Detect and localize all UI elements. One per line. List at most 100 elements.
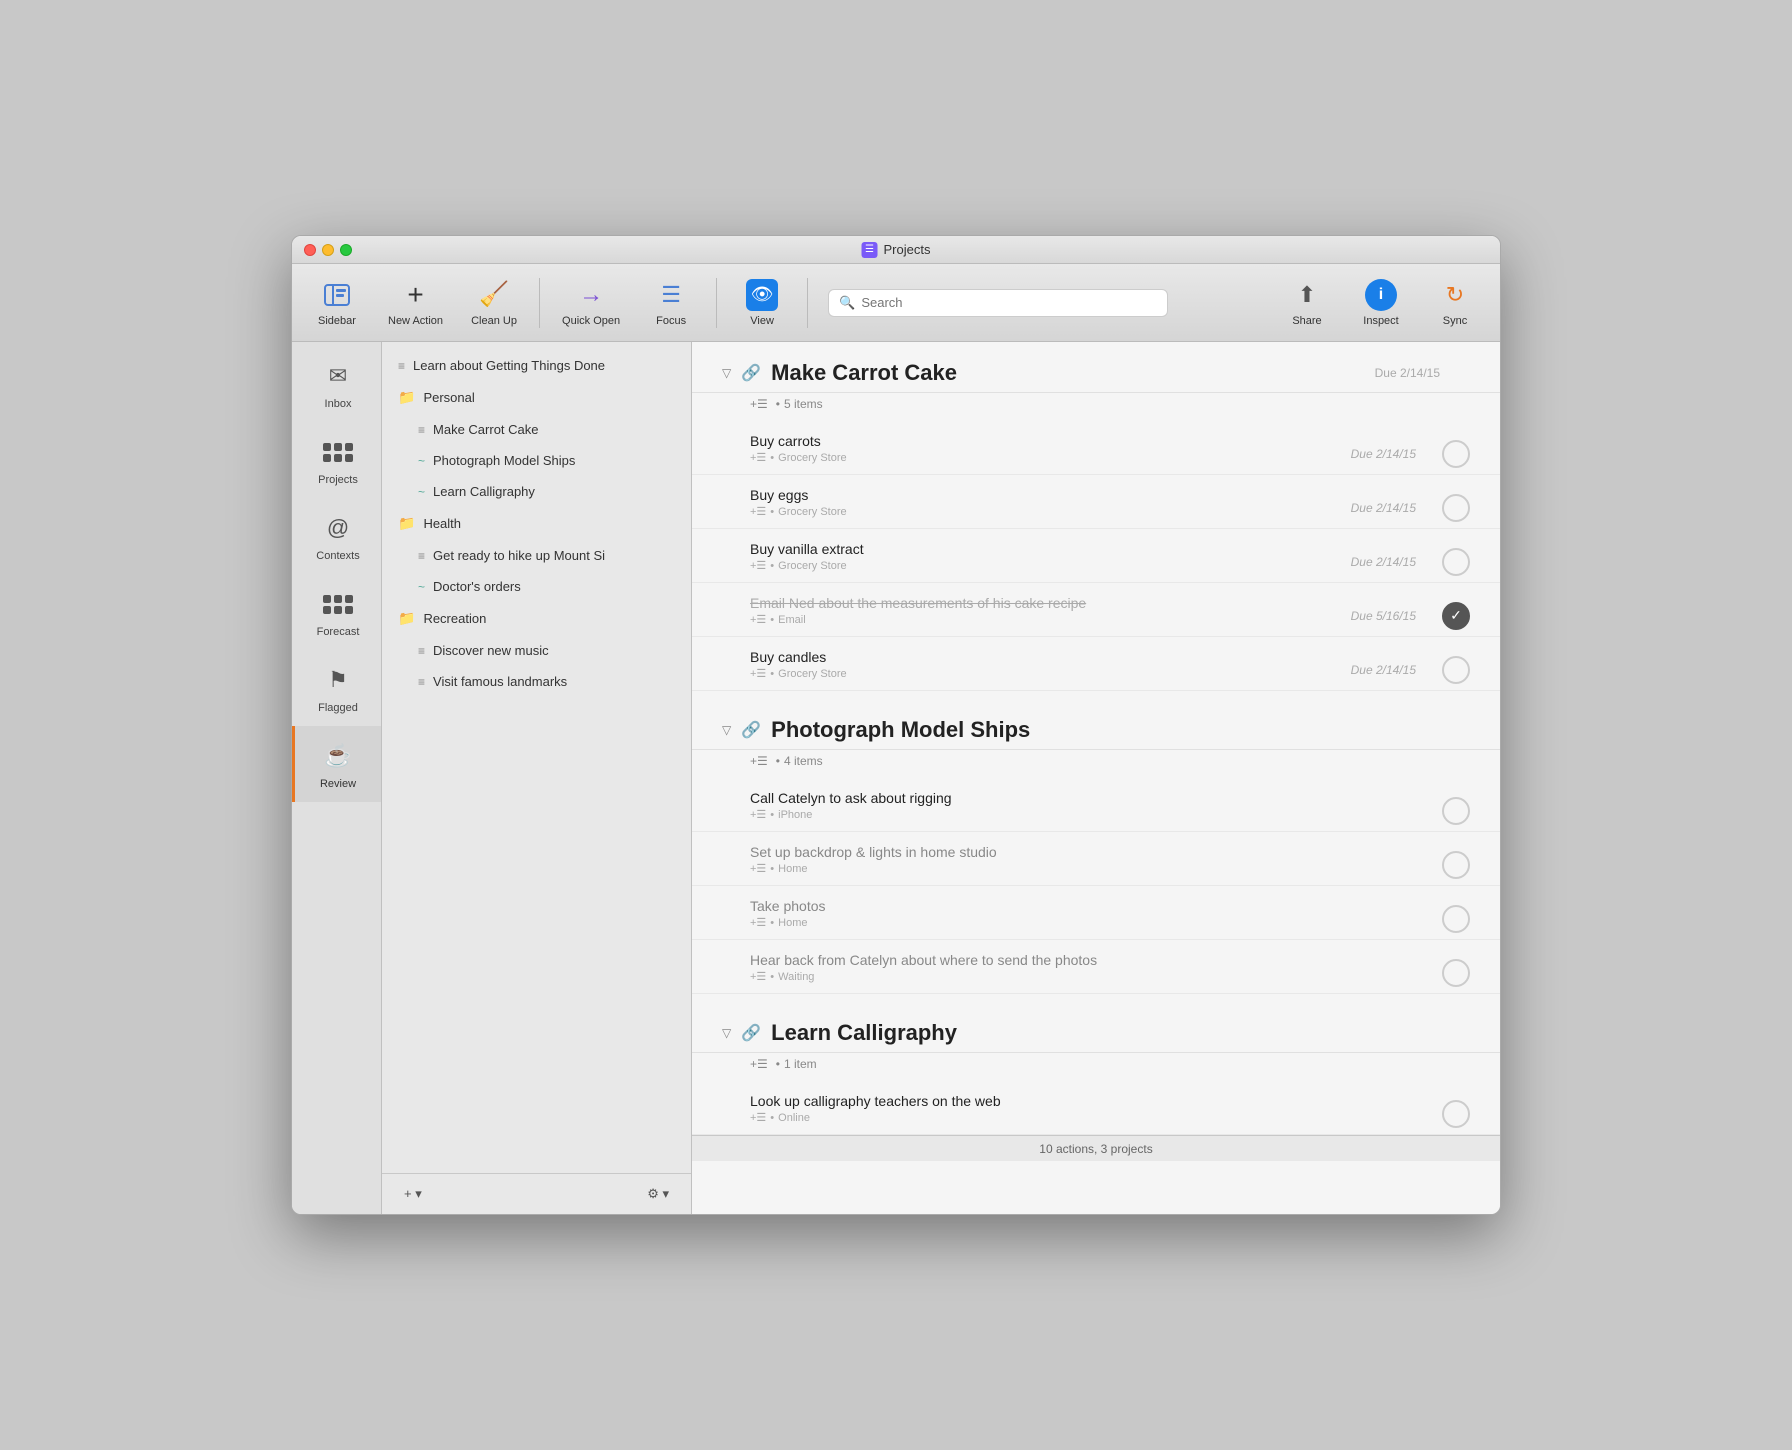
clean-up-icon: 🧹: [478, 279, 510, 311]
item-count: 1 item: [784, 1057, 817, 1071]
task-title: Hear back from Catelyn about where to se…: [750, 952, 1432, 968]
project-make-carrot-cake[interactable]: ≡ Make Carrot Cake: [382, 414, 691, 445]
sidebar-item-projects[interactable]: Projects: [292, 422, 381, 498]
item-count: 5 items: [784, 397, 823, 411]
task-checkbox[interactable]: [1442, 548, 1470, 576]
add-project-button[interactable]: + ▾: [398, 1184, 428, 1204]
view-button[interactable]: 👁 View: [727, 271, 797, 335]
task-content: Set up backdrop & lights in home studio …: [750, 844, 1432, 885]
project-icon: ≡: [418, 675, 425, 689]
task-context: Grocery Store: [778, 506, 846, 518]
task-content: Take photos +☰ • Home: [750, 898, 1432, 939]
project-section-make-carrot-cake: ▽ 🔗 Make Carrot Cake Due 2/14/15 +☰ • 5 …: [692, 342, 1500, 691]
close-button[interactable]: [304, 244, 316, 256]
task-meta: +☰ • Online: [750, 1111, 1432, 1134]
new-action-button[interactable]: + New Action: [376, 271, 455, 335]
maximize-button[interactable]: [340, 244, 352, 256]
search-input[interactable]: [861, 295, 1157, 310]
project-doctors-orders[interactable]: ~ Doctor's orders: [382, 571, 691, 602]
sidebar-item-flagged[interactable]: ⚑ Flagged: [292, 650, 381, 726]
task-checkbox[interactable]: [1442, 494, 1470, 522]
traffic-lights: [304, 244, 352, 256]
sync-button[interactable]: ↻ Sync: [1420, 271, 1490, 335]
bullet: •: [770, 971, 774, 983]
project-type-icon: 🔗: [741, 363, 761, 383]
task-checkbox[interactable]: [1442, 1100, 1470, 1128]
new-action-icon: +: [400, 279, 432, 311]
search-container: 🔍: [828, 289, 1168, 317]
project-meta: +☰ • 4 items: [692, 750, 1500, 778]
group-personal[interactable]: 📁 Personal: [382, 381, 691, 414]
item-count: 4 items: [784, 754, 823, 768]
task-checkbox[interactable]: [1442, 851, 1470, 879]
project-type-icon: 🔗: [741, 1023, 761, 1043]
project-photograph-model-ships[interactable]: ~ Photograph Model Ships: [382, 445, 691, 476]
bullet: •: [770, 614, 774, 626]
minimize-button[interactable]: [322, 244, 334, 256]
task-checkbox[interactable]: ✓: [1442, 602, 1470, 630]
task-checkbox[interactable]: [1442, 440, 1470, 468]
quick-open-button[interactable]: → Quick Open: [550, 271, 632, 335]
task-title: Take photos: [750, 898, 1432, 914]
bullet: •: [770, 863, 774, 875]
toolbar: Sidebar + New Action 🧹 Clean Up → Quick …: [292, 264, 1500, 342]
task-buy-eggs: Buy eggs +☰ • Grocery Store Due 2/14/15: [692, 475, 1500, 529]
projects-icon: [320, 434, 356, 470]
projects-sidebar: ≡ Learn about Getting Things Done 📁 Pers…: [382, 342, 692, 1214]
add-task-icon[interactable]: +☰: [750, 754, 768, 768]
task-take-photos: Take photos +☰ • Home: [692, 886, 1500, 940]
settings-button[interactable]: ⚙ ▾: [641, 1184, 675, 1204]
share-icon: ⬆: [1291, 279, 1323, 311]
task-checkbox[interactable]: [1442, 797, 1470, 825]
task-checkbox[interactable]: [1442, 656, 1470, 684]
bullet: •: [776, 397, 780, 411]
task-meta: +☰ • Home: [750, 916, 1432, 939]
add-task-icon[interactable]: +☰: [750, 1057, 768, 1071]
project-due: Due 2/14/15: [1375, 366, 1470, 380]
clean-up-label: Clean Up: [471, 315, 517, 327]
sidebar-item-review[interactable]: ☕ Review: [292, 726, 381, 802]
task-call-catelyn: Call Catelyn to ask about rigging +☰ • i…: [692, 778, 1500, 832]
clean-up-button[interactable]: 🧹 Clean Up: [459, 271, 529, 335]
add-task-icon[interactable]: +☰: [750, 397, 768, 411]
task-meta: +☰ • Email: [750, 613, 1351, 636]
project-learn-calligraphy[interactable]: ~ Learn Calligraphy: [382, 476, 691, 507]
sidebar-item-inbox[interactable]: ✉ Inbox: [292, 346, 381, 422]
status-text: 10 actions, 3 projects: [1039, 1142, 1152, 1156]
project-discover-music[interactable]: ≡ Discover new music: [382, 635, 691, 666]
flagged-label: Flagged: [318, 702, 358, 714]
new-action-label: New Action: [388, 315, 443, 327]
sync-icon: ↻: [1439, 279, 1471, 311]
task-meta: +☰ • Grocery Store: [750, 667, 1351, 690]
inspect-button[interactable]: i Inspect: [1346, 271, 1416, 335]
collapse-button[interactable]: ▽: [722, 1026, 731, 1040]
sidebar-item-forecast[interactable]: Forecast: [292, 574, 381, 650]
task-title: Buy vanilla extract: [750, 541, 1351, 557]
project-section-calligraphy: ▽ 🔗 Learn Calligraphy +☰ • 1 item Look u…: [692, 1002, 1500, 1135]
task-due: Due 2/14/15: [1351, 663, 1416, 677]
group-health[interactable]: 📁 Health: [382, 507, 691, 540]
group-recreation[interactable]: 📁 Recreation: [382, 602, 691, 635]
task-title: Call Catelyn to ask about rigging: [750, 790, 1432, 806]
inspect-label: Inspect: [1363, 315, 1398, 327]
recreation-label: Recreation: [423, 611, 486, 626]
separator-1: [539, 278, 540, 328]
task-meta-icon: +☰: [750, 970, 766, 983]
app-icon: ☰: [862, 242, 878, 258]
task-checkbox[interactable]: [1442, 959, 1470, 987]
task-context: Online: [778, 1112, 810, 1124]
project-get-ready-hike[interactable]: ≡ Get ready to hike up Mount Si: [382, 540, 691, 571]
focus-button[interactable]: ☰ Focus: [636, 271, 706, 335]
top-level-item[interactable]: ≡ Learn about Getting Things Done: [382, 350, 691, 381]
project-visit-landmarks[interactable]: ≡ Visit famous landmarks: [382, 666, 691, 697]
project-calligraphy-header: ▽ 🔗 Learn Calligraphy: [692, 1002, 1500, 1053]
share-button[interactable]: ⬆ Share: [1272, 271, 1342, 335]
separator-2: [716, 278, 717, 328]
task-meta: +☰ • Home: [750, 862, 1432, 885]
collapse-button[interactable]: ▽: [722, 366, 731, 380]
sidebar-item-contexts[interactable]: @ Contexts: [292, 498, 381, 574]
task-checkbox[interactable]: [1442, 905, 1470, 933]
collapse-button[interactable]: ▽: [722, 723, 731, 737]
project-title: Photograph Model Ships: [771, 717, 1030, 743]
sidebar-button[interactable]: Sidebar: [302, 271, 372, 335]
